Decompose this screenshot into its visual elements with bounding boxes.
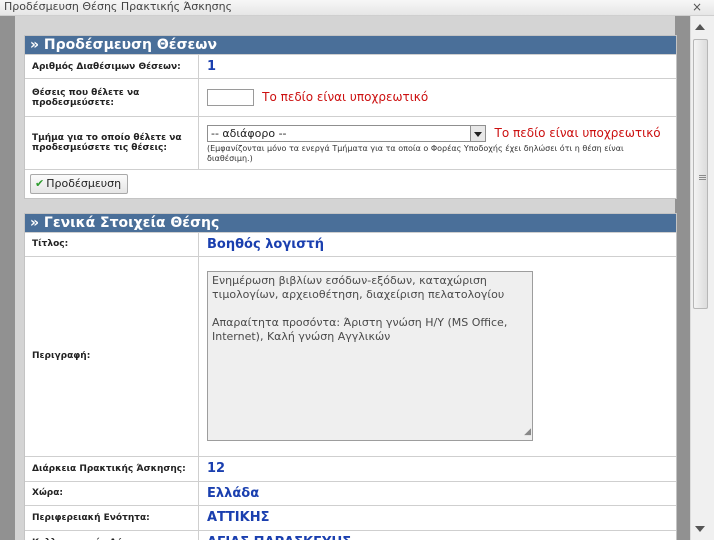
available-positions-row: Αριθμός Διαθέσιμων Θέσεων: 1 xyxy=(25,54,676,79)
description-row: Περιγραφή: Ενημέρωση βιβλίων εσόδων-εξόδ… xyxy=(25,255,676,456)
duration-row: Διάρκεια Πρακτικής Άσκησης: 12 xyxy=(25,455,676,481)
grip-icon xyxy=(699,175,706,176)
window-titlebar: Προδέσμευση Θέσης Πρακτικής Άσκησης × xyxy=(0,0,714,16)
department-label: Τμήμα για το οποίο θέλετε να προδεσμεύσε… xyxy=(25,116,199,170)
prebooking-form: Αριθμός Διαθέσιμων Θέσεων: 1 Θέσεις που … xyxy=(25,54,676,198)
scroll-thumb[interactable] xyxy=(693,39,708,309)
municipality-label: Καλλικρατικός Δήμος: xyxy=(25,529,199,540)
title-row: Τίτλος: Βοηθός λογιστή xyxy=(25,231,676,256)
positions-to-book-label: Θέσεις που θέλετε να προδεσμεύσετε: xyxy=(25,78,199,117)
scroll-down-icon[interactable] xyxy=(695,526,705,532)
country-label: Χώρα: xyxy=(25,480,199,505)
resize-handle-icon[interactable]: ◢ xyxy=(524,425,531,439)
department-row: Τμήμα για το οποίο θέλετε να προδεσμεύσε… xyxy=(25,116,676,170)
country-row: Χώρα: Ελλάδα xyxy=(25,480,676,505)
required-message: Το πεδίο είναι υποχρεωτικό xyxy=(262,90,429,104)
duration-value: 12 xyxy=(198,455,676,481)
department-select-value: -- αδιάφορο -- xyxy=(211,126,287,140)
check-icon: ✔ xyxy=(35,176,45,190)
title-label: Τίτλος: xyxy=(25,231,199,256)
description-label: Περιγραφή: xyxy=(25,255,199,456)
position-details-panel: » Γενικά Στοιχεία Θέσης Τίτλος: Βοηθός λ… xyxy=(24,212,677,540)
prebooking-header: » Προδέσμευση Θέσεων xyxy=(25,36,676,54)
title-value: Βοηθός λογιστή xyxy=(198,231,676,256)
positions-to-book-row: Θέσεις που θέλετε να προδεσμεύσετε: Το π… xyxy=(25,78,676,117)
vertical-scrollbar[interactable] xyxy=(690,16,714,540)
scroll-up-icon[interactable] xyxy=(695,24,705,30)
dialog-content: » Προδέσμευση Θέσεων Αριθμός Διαθέσιμων … xyxy=(15,16,677,540)
region-value: ΑΤΤΙΚΗΣ xyxy=(198,504,676,530)
description-textarea[interactable]: Ενημέρωση βιβλίων εσόδων-εξόδων, καταχώρ… xyxy=(207,271,533,441)
available-positions-value: 1 xyxy=(198,54,676,79)
municipality-value: ΑΓΙΑΣ ΠΑΡΑΣΚΕΥΗΣ xyxy=(198,529,676,540)
prebook-button-row: ✔ Προδέσμευση xyxy=(25,169,676,198)
description-text: Ενημέρωση βιβλίων εσόδων-εξόδων, καταχώρ… xyxy=(212,274,508,343)
dialog-viewport: » Προδέσμευση Θέσεων Αριθμός Διαθέσιμων … xyxy=(0,16,690,540)
chevron-down-icon[interactable] xyxy=(470,125,485,141)
department-hint: (Εμφανίζονται μόνο τα ενεργά Τμήματα για… xyxy=(207,143,624,163)
required-message: Το πεδίο είναι υποχρεωτικό xyxy=(494,125,661,140)
prebooking-panel: » Προδέσμευση Θέσεων Αριθμός Διαθέσιμων … xyxy=(24,35,677,199)
window-title: Προδέσμευση Θέσης Πρακτικής Άσκησης xyxy=(4,0,233,13)
country-value: Ελλάδα xyxy=(198,480,676,505)
prebook-button-label: Προδέσμευση xyxy=(46,176,122,190)
region-row: Περιφερειακή Ενότητα: ΑΤΤΙΚΗΣ xyxy=(25,504,676,530)
department-select[interactable]: -- αδιάφορο -- xyxy=(207,124,486,142)
prebook-button[interactable]: ✔ Προδέσμευση xyxy=(30,173,129,194)
position-details-form: Τίτλος: Βοηθός λογιστή Περιγραφή: Ενημέρ… xyxy=(25,231,676,540)
duration-label: Διάρκεια Πρακτικής Άσκησης: xyxy=(25,455,199,481)
panel-gap xyxy=(15,198,675,213)
municipality-row: Καλλικρατικός Δήμος: ΑΓΙΑΣ ΠΑΡΑΣΚΕΥΗΣ xyxy=(25,529,676,540)
region-label: Περιφερειακή Ενότητα: xyxy=(25,504,199,530)
available-positions-label: Αριθμός Διαθέσιμων Θέσεων: xyxy=(25,54,199,79)
position-details-header: » Γενικά Στοιχεία Θέσης xyxy=(25,213,676,232)
close-icon[interactable]: × xyxy=(692,0,702,14)
positions-to-book-input[interactable] xyxy=(207,89,254,106)
